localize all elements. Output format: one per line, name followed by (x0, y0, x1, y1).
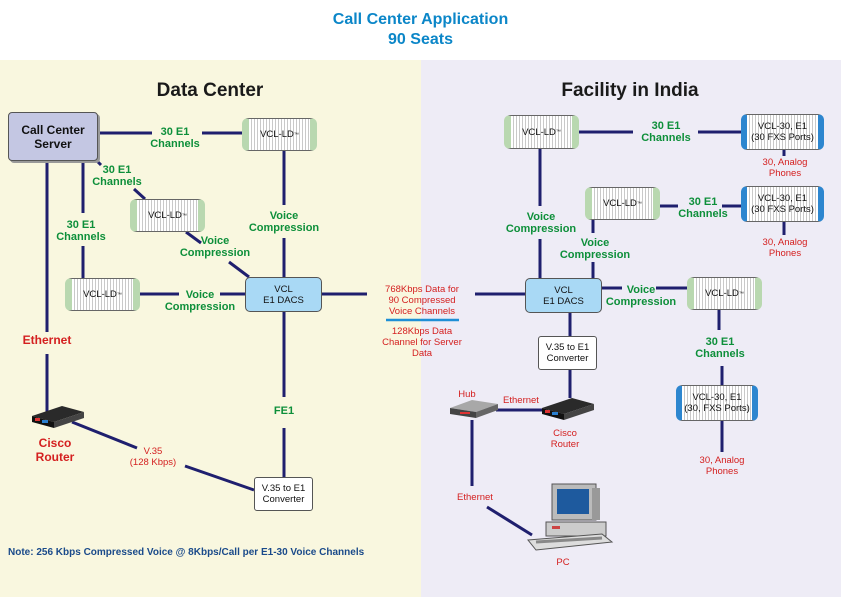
device-label: VCL-LD (260, 129, 294, 140)
wire-server-ld-mid-b (132, 187, 147, 201)
vcl-e1-dacs[interactable]: VCL E1 DACS (525, 278, 602, 313)
device-label-line2: (30 FXS Ports) (751, 132, 814, 143)
device-label: VCL-LD (705, 288, 739, 299)
trademark-mark: ™ (116, 291, 122, 298)
converter-label-line2: Converter (546, 353, 589, 364)
cisco-router-label: Cisco Router (550, 428, 580, 450)
vcl-30-e1-device[interactable]: VCL-30, E1 (30, FXS Ports) (676, 385, 758, 421)
wire-hub-pc-b (486, 505, 533, 537)
device-label-line2: (30, FXS Ports) (684, 403, 750, 414)
converter-label-line1: V.35 to E1 (261, 483, 306, 494)
router-icon (542, 398, 594, 420)
trademark-mark: ™ (181, 212, 187, 219)
device-label-line1: VCL-30, E1 (757, 121, 808, 132)
cisco-router-label: Cisco Router (35, 436, 75, 464)
diagram-subtitle: 90 Seats (388, 31, 453, 48)
link-label-fe1: FE1 (273, 405, 295, 417)
wire-router-v35-b (184, 464, 255, 492)
trademark-mark: ™ (738, 290, 744, 297)
device-label: VCL-LD (603, 198, 637, 209)
hub-icon (450, 400, 498, 418)
vcl-ld-device[interactable]: VCL-LD ™ (504, 115, 579, 149)
link-label-30-e1: 30 E1 Channels (678, 196, 728, 220)
device-label: VCL-LD (148, 210, 182, 221)
vcl-ld-device[interactable]: VCL-LD ™ (687, 277, 762, 310)
section-title-india: Facility in India (561, 80, 699, 101)
v35-to-e1-converter[interactable]: V.35 to E1 Converter (538, 336, 597, 370)
link-label-ethernet: Ethernet (22, 333, 72, 347)
analog-phones-label: 30, Analog Phones (699, 455, 745, 477)
link-label-30-e1: 30 E1 Channels (150, 126, 200, 150)
hub-label: Hub (458, 389, 476, 400)
link-label-30-e1: 30 E1 Channels (695, 336, 745, 360)
converter-label-line2: Converter (262, 494, 305, 505)
link-label-v35: V.35 (128 Kbps) (129, 446, 177, 468)
server-label-line1: Call Center (21, 122, 85, 137)
dacs-label-line2: E1 DACS (263, 294, 304, 306)
dacs-label-line1: VCL (554, 284, 573, 296)
analog-phones-label: 30, Analog Phones (762, 157, 808, 179)
vcl-30-e1-device[interactable]: VCL-30, E1 (30 FXS Ports) (741, 186, 824, 222)
pc-icon (527, 483, 614, 551)
vcl-ld-device[interactable]: VCL-LD ™ (65, 278, 140, 311)
link-label-30-e1: 30 E1 Channels (92, 164, 142, 188)
vcl-ld-device[interactable]: VCL-LD ™ (585, 187, 660, 220)
footnote: Note: 256 Kbps Compressed Voice @ 8Kbps/… (8, 547, 365, 558)
device-label-line1: VCL-30, E1 (757, 193, 808, 204)
vcl-e1-dacs[interactable]: VCL E1 DACS (245, 277, 322, 312)
link-label-30-e1: 30 E1 Channels (641, 120, 691, 144)
device-label: VCL-LD (522, 126, 556, 138)
dacs-label-line1: VCL (274, 283, 293, 295)
vcl-ld-device[interactable]: VCL-LD ™ (130, 199, 205, 232)
trademark-mark: ™ (636, 200, 642, 207)
device-label: VCL-LD (83, 289, 117, 300)
link-label-voice-compression: Voice Compression (505, 211, 577, 235)
vcl-ld-device[interactable]: VCL-LD ™ (242, 118, 317, 151)
link-label-voice-compression: Voice Compression (248, 210, 320, 234)
section-title-data-center: Data Center (156, 80, 264, 101)
link-label-voice-compression: Voice Compression (164, 289, 236, 313)
dacs-label-line2: E1 DACS (543, 295, 584, 307)
trademark-mark: ™ (293, 131, 299, 138)
wire-ld-mid-dacs-b (228, 260, 250, 279)
diagram-title: Call Center Application (332, 11, 509, 28)
link-label-ethernet: Ethernet (457, 492, 493, 503)
converter-label-line1: V.35 to E1 (545, 342, 590, 353)
link-label-server-data: 128Kbps Data Channel for Server Data (382, 326, 462, 359)
server-label-line2: Server (34, 136, 72, 151)
pc-label: PC (556, 557, 570, 568)
device-label-line2: (30 FXS Ports) (751, 204, 814, 215)
call-center-server[interactable]: Call Center Server (8, 112, 98, 161)
trademark-mark: ™ (555, 129, 561, 135)
link-label-voice-compression: Voice Compression (179, 235, 251, 259)
link-label-ethernet: Ethernet (503, 395, 539, 406)
vcl-30-e1-device[interactable]: VCL-30, E1 (30 FXS Ports) (741, 114, 824, 150)
link-label-voice-data: 768Kbps Data for 90 Compressed Voice Chann… (385, 284, 459, 317)
analog-phones-label: 30, Analog Phones (762, 237, 808, 259)
link-label-voice-compression: Voice Compression (559, 237, 631, 261)
link-label-voice-compression: Voice Compression (605, 284, 677, 308)
link-label-30-e1: 30 E1 Channels (56, 219, 106, 243)
v35-to-e1-converter[interactable]: V.35 to E1 Converter (254, 477, 313, 511)
device-label-line1: VCL-30, E1 (692, 392, 742, 403)
